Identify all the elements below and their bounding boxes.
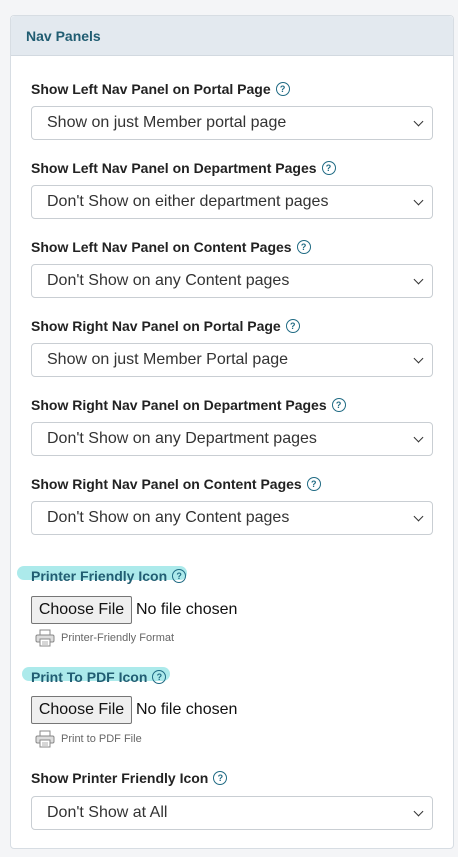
help-icon[interactable]: ? <box>275 82 290 96</box>
nav-panels-panel: Nav Panels Show Left Nav Panel on Portal… <box>10 15 454 849</box>
chevron-down-icon <box>413 195 424 206</box>
print-to-pdf-preview: Print to PDF File <box>35 730 142 748</box>
show-printer-friendly-label: Show Printer Friendly Icon ? <box>31 769 228 787</box>
left-nav-content-select[interactable]: Don't Show on any Content pages <box>31 264 433 298</box>
left-nav-portal-select[interactable]: Show on just Member portal page <box>31 106 433 140</box>
chevron-down-icon <box>413 432 424 443</box>
left-nav-department-select[interactable]: Don't Show on either department pages <box>31 185 433 219</box>
help-icon[interactable]: ? <box>285 319 300 333</box>
field-label-text: Show Right Nav Panel on Content Pages <box>31 476 302 492</box>
left-nav-department-label: Show Left Nav Panel on Department Pages … <box>31 159 336 177</box>
printer-icon <box>35 629 55 647</box>
help-icon[interactable]: ? <box>306 477 321 491</box>
help-icon[interactable]: ? <box>321 161 336 175</box>
chevron-down-icon <box>413 116 424 127</box>
printer-friendly-icon-label: Printer Friendly Icon ? <box>31 567 187 585</box>
print-to-pdf-icon-label: Print To PDF Icon ? <box>31 668 167 686</box>
caption-text: Print to PDF File <box>61 733 142 745</box>
select-value: Don't Show on either department pages <box>47 193 329 210</box>
help-icon[interactable]: ? <box>296 240 311 254</box>
right-nav-portal-select[interactable]: Show on just Member Portal page <box>31 343 433 377</box>
right-nav-department-label: Show Right Nav Panel on Department Pages… <box>31 396 346 414</box>
show-printer-friendly-select[interactable]: Don't Show at All <box>31 796 433 830</box>
panel-header: Nav Panels <box>11 16 453 56</box>
select-value: Show on just Member Portal page <box>47 351 289 368</box>
left-nav-content-label: Show Left Nav Panel on Content Pages ? <box>31 238 311 256</box>
file-status: No file chosen <box>136 601 238 618</box>
field-label-text: Show Printer Friendly Icon <box>31 770 209 786</box>
select-value: Don't Show on any Content pages <box>47 272 290 289</box>
help-icon[interactable]: ? <box>152 670 167 684</box>
help-icon[interactable]: ? <box>172 569 187 583</box>
field-label-text: Show Left Nav Panel on Department Pages <box>31 160 317 176</box>
left-nav-portal-label: Show Left Nav Panel on Portal Page ? <box>31 80 290 98</box>
caption-text: Printer-Friendly Format <box>61 632 175 644</box>
chevron-down-icon <box>413 806 424 817</box>
right-nav-department-select[interactable]: Don't Show on any Department pages <box>31 422 433 456</box>
field-label-text: Show Right Nav Panel on Portal Page <box>31 318 281 334</box>
field-label-text: Show Right Nav Panel on Department Pages <box>31 397 327 413</box>
field-label-text: Print To PDF Icon <box>31 669 148 685</box>
select-value: Don't Show on any Content pages <box>47 509 290 526</box>
file-status: No file chosen <box>136 701 238 718</box>
right-nav-portal-label: Show Right Nav Panel on Portal Page ? <box>31 317 300 335</box>
help-icon[interactable]: ? <box>213 771 228 785</box>
right-nav-content-label: Show Right Nav Panel on Content Pages ? <box>31 475 321 493</box>
help-icon[interactable]: ? <box>331 398 346 412</box>
field-label-text: Printer Friendly Icon <box>31 568 168 584</box>
printer-icon <box>35 730 55 748</box>
right-nav-content-select[interactable]: Don't Show on any Content pages <box>31 501 433 535</box>
chevron-down-icon <box>413 274 424 285</box>
field-label-text: Show Left Nav Panel on Content Pages <box>31 239 292 255</box>
select-value: Don't Show at All <box>47 804 168 821</box>
field-label-text: Show Left Nav Panel on Portal Page <box>31 81 271 97</box>
printer-friendly-preview: Printer-Friendly Format <box>35 629 174 647</box>
choose-file-button[interactable]: Choose File <box>31 596 132 624</box>
select-value: Show on just Member portal page <box>47 114 287 131</box>
chevron-down-icon <box>413 511 424 522</box>
chevron-down-icon <box>413 353 424 364</box>
select-value: Don't Show on any Department pages <box>47 430 317 447</box>
choose-file-button[interactable]: Choose File <box>31 696 132 724</box>
